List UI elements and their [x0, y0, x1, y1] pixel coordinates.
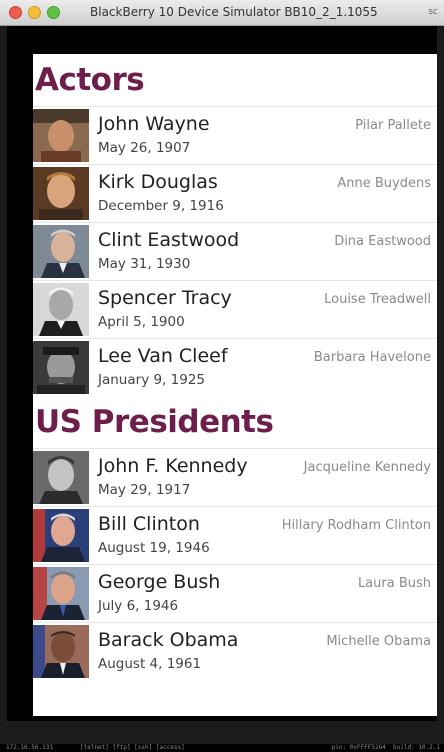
contact-date: May 31, 1930	[98, 256, 191, 272]
contact-spouse: Anne Buydens	[337, 176, 431, 191]
list-item[interactable]: Bill Clinton August 19, 1946 Hillary Rod…	[33, 506, 437, 564]
contact-name: Spencer Tracy	[98, 287, 232, 309]
device-screen: Actors John Wayne May 26, 1907 Pilar Pal…	[7, 26, 437, 721]
contact-name: Kirk Douglas	[98, 171, 218, 193]
contact-name: Clint Eastwood	[98, 229, 240, 251]
contact-spouse: Dina Eastwood	[334, 234, 431, 249]
avatar	[33, 225, 89, 278]
contact-spouse: Louise Treadwell	[324, 292, 431, 307]
contact-date: January 9, 1925	[98, 372, 205, 388]
list-item[interactable]: Lee Van Cleef January 9, 1925 Barbara Ha…	[33, 338, 437, 396]
contact-name: George Bush	[98, 571, 221, 593]
window-corner-text: sc	[428, 7, 438, 17]
contact-spouse: Hillary Rodham Clinton	[281, 518, 431, 533]
contact-date: December 9, 1916	[98, 198, 224, 214]
status-ip: 172.16.56.131	[6, 744, 53, 751]
contact-spouse: Barbara Havelone	[313, 350, 431, 365]
contact-name: John F. Kennedy	[98, 455, 248, 477]
list-item[interactable]: Kirk Douglas December 9, 1916 Anne Buyde…	[33, 164, 437, 222]
contact-spouse: Jacqueline Kennedy	[303, 460, 431, 475]
window-title: BlackBerry 10 Device Simulator BB10_2_1.…	[90, 5, 378, 19]
contact-spouse: Michelle Obama	[326, 634, 431, 649]
section-header-actors: Actors	[35, 62, 145, 98]
simulator-status-bar: 172.16.56.131 [telnet] [ftp] [ssh] [acce…	[0, 744, 444, 752]
avatar	[33, 167, 89, 220]
avatar	[33, 451, 89, 504]
contact-date: May 26, 1907	[98, 140, 191, 156]
contact-name: Lee Van Cleef	[98, 345, 228, 367]
status-pin: pin: 0xFFFF5264	[331, 744, 386, 751]
avatar	[33, 509, 89, 562]
status-services[interactable]: [telnet] [ftp] [ssh] [access]	[80, 744, 185, 752]
contact-spouse: Pilar Pallete	[355, 118, 431, 133]
list-item[interactable]: George Bush July 6, 1946 Laura Bush	[33, 564, 437, 622]
avatar	[33, 567, 89, 620]
contact-name: Bill Clinton	[98, 513, 200, 535]
contact-list[interactable]: Actors John Wayne May 26, 1907 Pilar Pal…	[33, 54, 437, 716]
minimize-window-button[interactable]	[28, 6, 41, 19]
contact-date: April 5, 1900	[98, 314, 185, 330]
list-item[interactable]: Barack Obama August 4, 1961 Michelle Oba…	[33, 622, 437, 680]
status-build: build: 10.2.1	[393, 744, 440, 751]
status-pin-build: pin: 0xFFFF5264 build: 10.2.1	[332, 744, 440, 752]
avatar	[33, 341, 89, 394]
zoom-window-button[interactable]	[47, 6, 60, 19]
avatar	[33, 625, 89, 678]
contact-date: May 29, 1917	[98, 482, 191, 498]
avatar	[33, 283, 89, 336]
window-titlebar: BlackBerry 10 Device Simulator BB10_2_1.…	[0, 0, 444, 26]
section-header-us-presidents: US Presidents	[35, 404, 274, 440]
contact-date: August 19, 1946	[98, 540, 210, 556]
contact-date: July 6, 1946	[98, 598, 179, 614]
contact-date: August 4, 1961	[98, 656, 202, 672]
list-item[interactable]: John Wayne May 26, 1907 Pilar Pallete	[33, 106, 437, 164]
list-item[interactable]: Spencer Tracy April 5, 1900 Louise Tread…	[33, 280, 437, 338]
list-item[interactable]: John F. Kennedy May 29, 1917 Jacqueline …	[33, 448, 437, 506]
close-window-button[interactable]	[9, 6, 22, 19]
contact-name: John Wayne	[98, 113, 210, 135]
list-item[interactable]: Clint Eastwood May 31, 1930 Dina Eastwoo…	[33, 222, 437, 280]
contact-spouse: Laura Bush	[357, 576, 431, 591]
avatar	[33, 109, 89, 162]
contact-name: Barack Obama	[98, 629, 239, 651]
